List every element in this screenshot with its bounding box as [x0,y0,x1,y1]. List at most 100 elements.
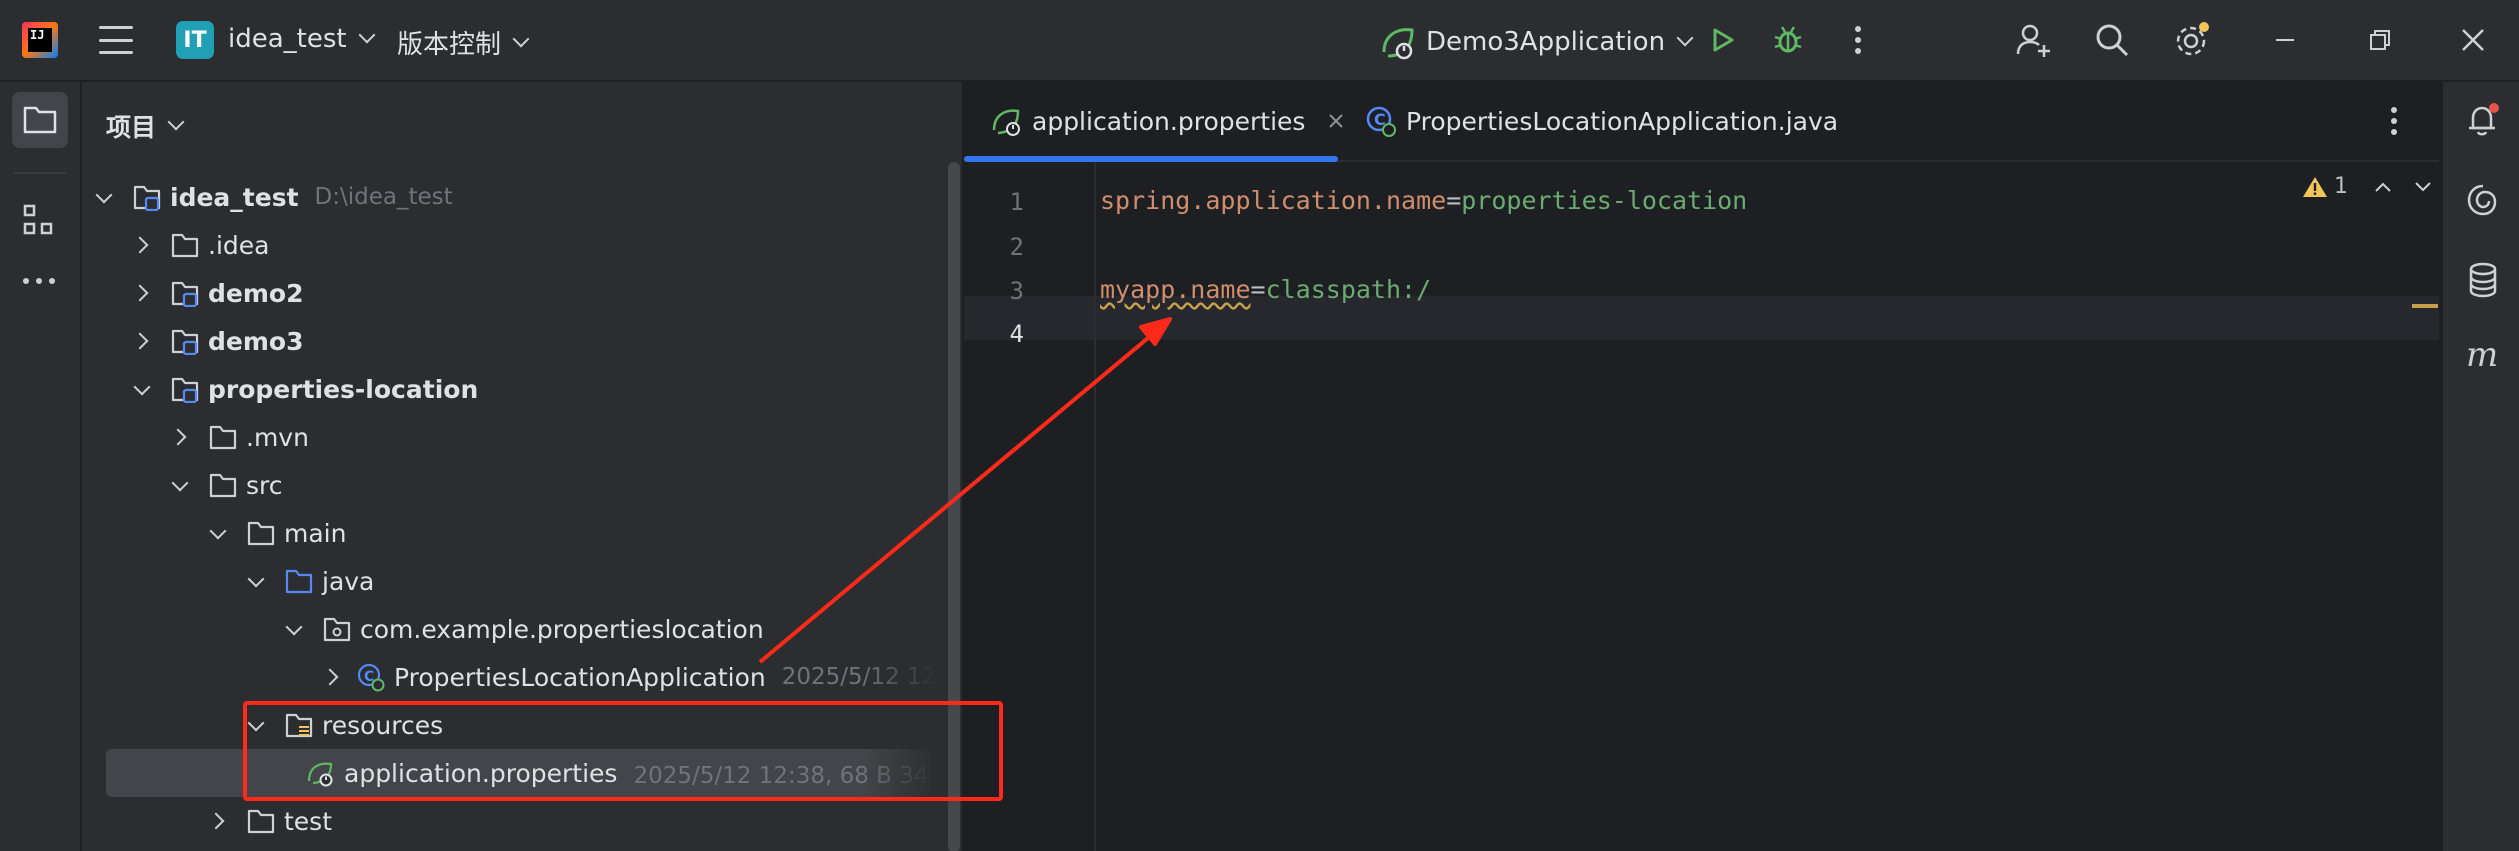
warning-count: 1 [2334,174,2348,199]
run-icon[interactable] [1700,18,1744,62]
minimize-icon[interactable] [2260,18,2310,62]
chevron-down-icon[interactable] [210,525,226,541]
right-tool-strip: m [2441,82,2519,851]
run-config-selector[interactable]: Demo3Application [1378,22,1694,62]
tree-row[interactable]: .mvn [82,413,962,461]
tree-row-label: com.example.propertieslocation [360,614,764,644]
chevron-down-icon[interactable] [286,621,302,637]
code-line-1[interactable]: spring.application.name=properties-locat… [1100,186,1747,215]
folder-icon [208,471,238,499]
left-tool-strip [0,82,82,851]
search-icon[interactable] [2090,18,2134,62]
error-stripe-marker[interactable] [2412,304,2438,308]
line-number: 4 [1009,320,1024,348]
chevron-down-icon [167,113,185,131]
more-actions-icon[interactable] [1836,18,1880,62]
project-panel-title[interactable]: 项目 [106,108,185,144]
project-badge[interactable]: IT [176,21,214,59]
spring-class-icon: C [356,663,386,692]
tree-row[interactable]: test [82,797,962,845]
notifications-icon[interactable] [2463,100,2503,146]
project-selector[interactable]: idea_test [228,24,376,54]
spring-class-icon: C [1366,106,1396,137]
chevron-up-icon[interactable] [2374,181,2392,193]
tree-row[interactable]: idea_test D:\idea_test [82,173,962,221]
chevron-down-icon[interactable] [248,573,264,589]
tree-row[interactable]: src [82,461,962,509]
chevron-right-icon[interactable] [134,333,150,349]
chevron-right-icon[interactable] [134,237,150,253]
add-user-icon[interactable] [2012,18,2056,62]
vcs-menu[interactable]: 版本控制 [397,24,530,61]
tree-row[interactable]: properties-location [82,365,962,413]
chevron-right-icon[interactable] [134,285,150,301]
chevron-right-icon[interactable] [210,813,226,829]
title-bar: IJ IT idea_test 版本控制 Demo3Application [0,0,2519,82]
module-folder-icon [170,327,200,355]
inspection-widget[interactable]: 1 [2302,174,2432,199]
folder-icon [246,807,276,835]
tab-options-icon[interactable] [2390,106,2398,142]
tree-row[interactable]: com.example.propertieslocation [82,605,962,653]
tree-row-label: demo3 [208,326,304,356]
tree-row[interactable]: java [82,557,962,605]
editor-area: application.properties C PropertiesLocat… [964,82,2439,851]
svg-text:m: m [2466,335,2498,374]
tab-properties-location-application-java[interactable]: C PropertiesLocationApplication.java [1364,82,1838,160]
tree-row-label: main [284,518,347,548]
chevron-down-icon [512,30,530,47]
more-tools-icon[interactable] [20,268,60,297]
debug-icon[interactable] [1766,18,1810,62]
chevron-right-icon[interactable] [324,669,336,685]
tree-row-label: test [284,806,333,836]
tree-row-label: PropertiesLocationApplication [394,662,766,692]
folder-icon [208,423,238,451]
module-folder-icon [170,279,200,307]
tree-row-label: .idea [208,230,270,260]
close-tab-icon[interactable] [1327,112,1345,130]
tree-row-label: src [246,470,283,500]
line-number: 3 [1009,277,1024,305]
editor-tab-bar: application.properties C PropertiesLocat… [964,82,2439,162]
vcs-label: 版本控制 [397,30,502,60]
tree-row-meta: 2025/5/12 12:04, 3 [781,664,962,690]
chevron-down-icon[interactable] [96,189,112,205]
settings-gear-icon[interactable] [2170,18,2214,62]
line-number: 2 [1009,233,1024,261]
tree-row[interactable]: main [82,509,962,557]
chevron-down-icon [358,26,376,44]
annotation-highlight-box [243,701,1003,801]
module-folder-icon [170,375,200,403]
source-folder-icon [284,567,314,595]
spring-boot-icon [1382,28,1414,60]
tree-row-label: idea_test [170,182,299,212]
run-config-name: Demo3Application [1426,27,1666,57]
project-tool-button[interactable] [12,92,68,148]
chevron-down-icon[interactable] [172,477,188,493]
database-icon[interactable] [2463,260,2503,306]
maven-icon[interactable]: m [2463,334,2503,380]
tree-row[interactable]: demo3 [82,317,962,365]
code-line-3[interactable]: myapp.name=classpath:/ [1100,275,1431,304]
tab-label: PropertiesLocationApplication.java [1406,106,1839,136]
restore-icon[interactable] [2355,18,2405,62]
main-menu-button[interactable] [98,22,134,58]
tree-row[interactable]: demo2 [82,269,962,317]
package-icon [322,615,352,643]
close-window-icon[interactable] [2448,18,2498,62]
folder-icon [246,519,276,547]
tab-label: application.properties [1032,106,1306,136]
tree-row[interactable]: .idea [82,221,962,269]
tab-application-properties[interactable]: application.properties [964,82,1345,162]
module-folder-icon [132,183,162,211]
intellij-logo-icon[interactable]: IJ [22,22,58,58]
ai-assistant-icon[interactable] [2463,180,2503,226]
tree-row[interactable]: C PropertiesLocationApplication 2025/5/12 … [82,653,962,701]
chevron-down-icon[interactable] [134,381,150,397]
chevron-right-icon[interactable] [172,429,188,445]
chevron-down-icon[interactable] [2414,181,2432,193]
tree-row-label: demo2 [208,278,304,308]
structure-icon[interactable] [20,202,60,248]
warning-icon [2303,176,2327,197]
tree-row-label: java [322,566,375,596]
